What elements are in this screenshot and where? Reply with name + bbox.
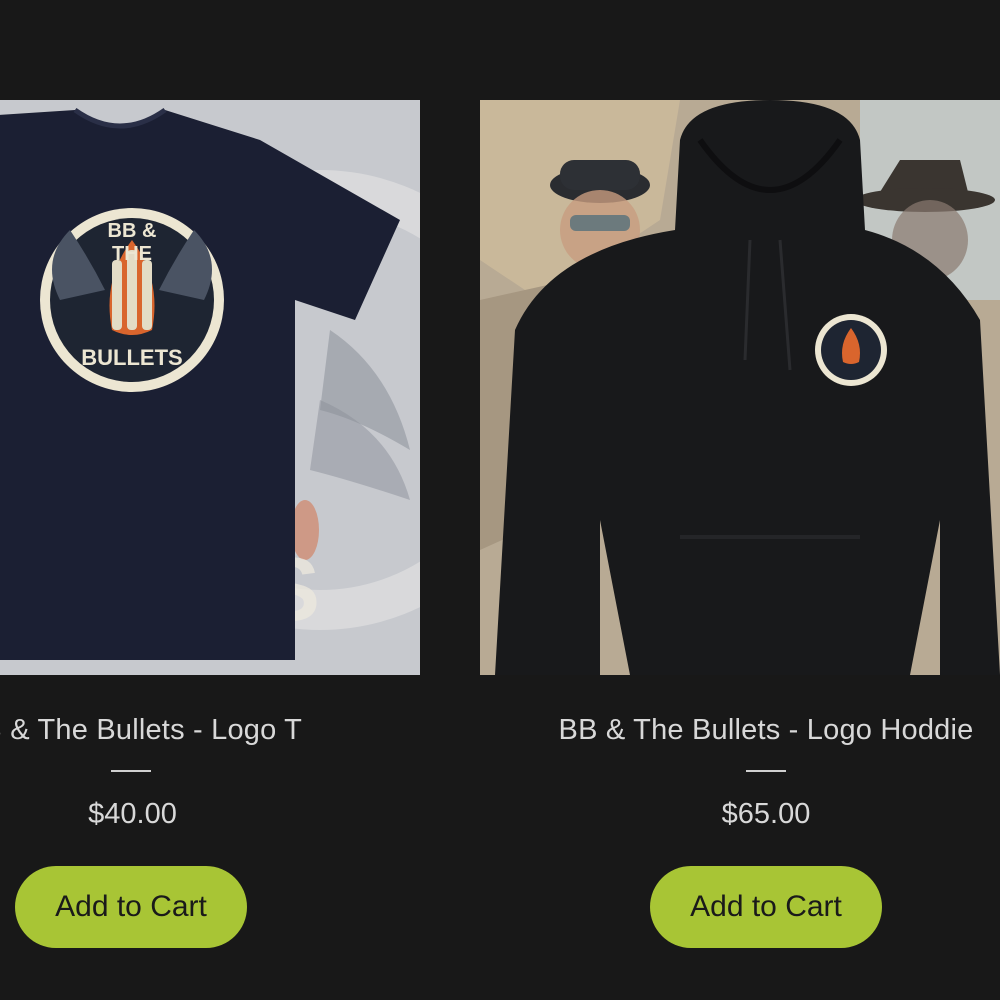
product-price: $40.00 <box>88 798 177 830</box>
product-title[interactable]: BB & The Bullets - Logo Hoddie <box>480 714 1000 747</box>
product-grid: S BB & THE BULLETS BB & The B <box>0 0 1000 1000</box>
band-logo <box>815 314 887 386</box>
divider <box>746 770 786 772</box>
add-to-cart-button[interactable]: Add to Cart <box>15 866 247 948</box>
hoodie-photo <box>480 100 1000 675</box>
product-image-hoodie[interactable] <box>480 100 1000 675</box>
divider <box>111 770 151 772</box>
product-title[interactable]: BB & The Bullets - Logo T <box>0 714 365 747</box>
product-price: $65.00 <box>721 798 811 830</box>
product-card-hoodie: BB & The Bullets - Logo Hoddie $65.00 Ad… <box>480 100 1000 948</box>
product-image-tshirt[interactable]: S BB & THE BULLETS <box>0 100 420 675</box>
tshirt-photo: S <box>0 100 420 675</box>
product-card-tshirt: S BB & THE BULLETS BB & The B <box>0 100 420 948</box>
logo-text-bottom: BULLETS <box>81 345 183 370</box>
logo-text-top: BB & THE <box>107 220 157 265</box>
add-to-cart-button[interactable]: Add to Cart <box>650 866 882 948</box>
